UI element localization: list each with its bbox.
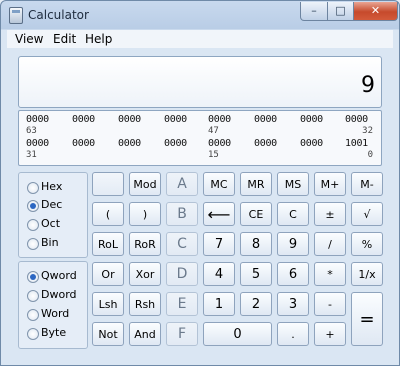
backspace-button[interactable]: ⟵ <box>203 202 235 226</box>
radio-circle <box>27 238 39 250</box>
menu-view[interactable]: View <box>15 32 43 46</box>
not-button[interactable]: Not <box>92 322 124 346</box>
digit-4-button[interactable]: 4 <box>203 262 235 286</box>
close-paren-button[interactable]: ) <box>129 202 161 226</box>
rotate-left-button[interactable]: RoL <box>92 232 124 256</box>
menu-help[interactable]: Help <box>85 32 112 46</box>
clear-entry-button[interactable]: CE <box>240 202 272 226</box>
bit-nibble: 0000 <box>118 138 141 149</box>
radio-circle <box>27 309 39 321</box>
hex-d-button[interactable]: D <box>166 262 198 286</box>
memory-recall-button[interactable]: MR <box>240 172 272 196</box>
bit-nibble: 0000 <box>208 114 231 125</box>
bit-nibble: 0000 <box>26 138 49 149</box>
or-button[interactable]: Or <box>92 262 124 286</box>
and-button[interactable]: And <box>129 322 161 346</box>
word-size-group: Qword Dword Word Byte <box>18 261 88 349</box>
bit-nibble: 0000 <box>26 114 49 125</box>
hex-e-button[interactable]: E <box>166 292 198 316</box>
memory-subtract-button[interactable]: M- <box>351 172 383 196</box>
maximize-button[interactable]: □ <box>327 2 354 21</box>
memory-clear-button[interactable]: MC <box>203 172 235 196</box>
bit-nibble: 0000 <box>72 138 95 149</box>
menu-bar: View Edit Help <box>7 30 393 48</box>
digit-0-button[interactable]: 0 <box>203 322 272 346</box>
decimal-button[interactable]: . <box>277 322 309 346</box>
digit-2-button[interactable]: 2 <box>240 292 272 316</box>
title-bar[interactable]: Calculator – □ ✕ <box>1 1 399 29</box>
radix-group: Hex Dec Oct Bin <box>18 172 88 258</box>
binary-bit-display: 0000 0000 0000 0000 0000 0000 0000 0000 … <box>18 110 382 166</box>
bit-position-label: 32 <box>362 126 373 136</box>
display-value: 9 <box>361 73 375 98</box>
digit-7-button[interactable]: 7 <box>203 232 235 256</box>
negate-button[interactable]: ± <box>314 202 346 226</box>
hex-a-button[interactable]: A <box>166 172 198 196</box>
bit-nibble: 1001 <box>345 138 368 149</box>
add-button[interactable]: + <box>314 322 346 346</box>
result-display: 9 <box>18 56 382 108</box>
calculator-window: Calculator – □ ✕ View Edit Help 9 0000 0… <box>0 0 400 366</box>
multiply-button[interactable]: * <box>314 262 346 286</box>
bit-nibble: 0000 <box>118 114 141 125</box>
digit-6-button[interactable]: 6 <box>277 262 309 286</box>
bit-nibble: 0000 <box>300 138 323 149</box>
bit-nibble: 0000 <box>345 114 368 125</box>
radio-circle <box>27 271 39 283</box>
bit-nibble: 0000 <box>164 138 187 149</box>
bit-nibble: 0000 <box>164 114 187 125</box>
bit-position-label: 15 <box>208 150 219 160</box>
xor-button[interactable]: Xor <box>129 262 161 286</box>
bit-nibble: 0000 <box>208 138 231 149</box>
close-button[interactable]: ✕ <box>353 2 398 21</box>
equals-button[interactable]: = <box>351 292 383 346</box>
bit-position-label: 47 <box>208 126 219 136</box>
radio-circle <box>27 200 39 212</box>
clear-button[interactable]: C <box>277 202 309 226</box>
digit-9-button[interactable]: 9 <box>277 232 309 256</box>
bit-nibble: 0000 <box>254 138 277 149</box>
right-shift-button[interactable]: Rsh <box>129 292 161 316</box>
digit-5-button[interactable]: 5 <box>240 262 272 286</box>
blank-button <box>92 172 124 196</box>
bit-nibble: 0000 <box>72 114 95 125</box>
open-paren-button[interactable]: ( <box>92 202 124 226</box>
mod-button[interactable]: Mod <box>129 172 161 196</box>
memory-store-button[interactable]: MS <box>277 172 309 196</box>
rotate-right-button[interactable]: RoR <box>129 232 161 256</box>
digit-8-button[interactable]: 8 <box>240 232 272 256</box>
window-title: Calculator <box>28 8 89 22</box>
digit-1-button[interactable]: 1 <box>203 292 235 316</box>
radio-circle <box>27 328 39 340</box>
hex-b-button[interactable]: B <box>166 202 198 226</box>
radio-circle <box>27 182 39 194</box>
bit-nibble: 0000 <box>254 114 277 125</box>
calculator-icon <box>9 7 23 24</box>
hex-f-button[interactable]: F <box>166 322 198 346</box>
bit-nibble: 0000 <box>300 114 323 125</box>
subtract-button[interactable]: - <box>314 292 346 316</box>
bit-position-label: 63 <box>26 126 37 136</box>
menu-edit[interactable]: Edit <box>53 32 76 46</box>
percent-button[interactable]: % <box>351 232 383 256</box>
square-root-button[interactable]: √ <box>351 202 383 226</box>
digit-3-button[interactable]: 3 <box>277 292 309 316</box>
radio-circle <box>27 219 39 231</box>
bit-position-label: 0 <box>367 150 373 160</box>
left-shift-button[interactable]: Lsh <box>92 292 124 316</box>
hex-c-button[interactable]: C <box>166 232 198 256</box>
radio-circle <box>27 290 39 302</box>
reciprocal-button[interactable]: 1/x <box>351 262 383 286</box>
bit-position-label: 31 <box>26 150 37 160</box>
divide-button[interactable]: / <box>314 232 346 256</box>
memory-add-button[interactable]: M+ <box>314 172 346 196</box>
minimize-button[interactable]: – <box>300 2 328 21</box>
